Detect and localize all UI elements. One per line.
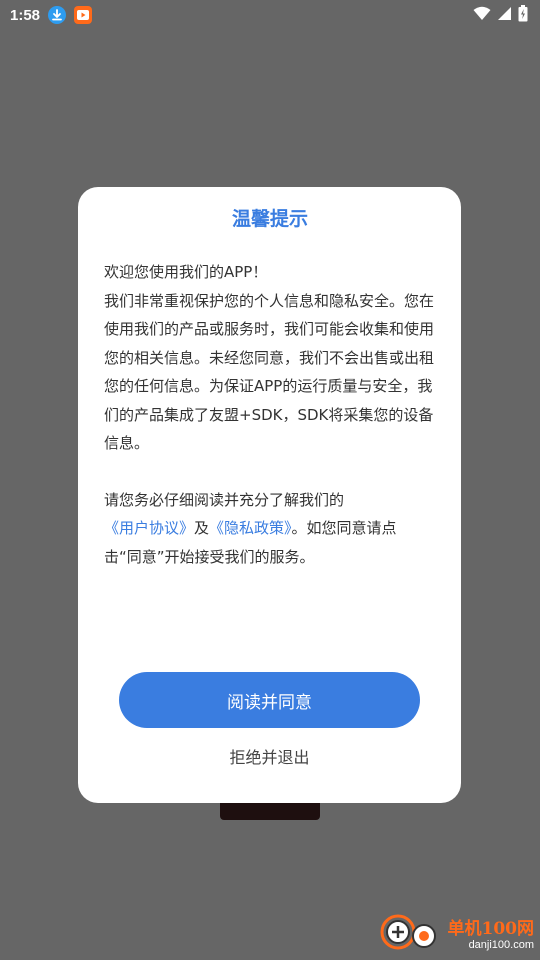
user-agreement-link[interactable]: 《用户协议》 — [104, 519, 194, 537]
status-left: 1:58 — [10, 6, 93, 24]
dialog-body: 欢迎您使用我们的APP！ 我们非常重视保护您的个人信息和隐私安全。您在使用我们的… — [104, 258, 434, 571]
wifi-icon — [473, 6, 491, 25]
watermark-text: 单机100网 danji100.com — [448, 914, 535, 951]
status-right — [473, 4, 528, 26]
dialog-title: 温馨提示 — [231, 208, 308, 230]
video-app-icon — [74, 6, 93, 24]
consent-paragraph: 请您务必仔细阅读并充分了解我们的《用户协议》及《隐私政策》。如您同意请点击“同意… — [104, 486, 434, 572]
agree-button[interactable]: 阅读并同意 — [119, 672, 420, 728]
status-time: 1:58 — [10, 6, 41, 24]
battery-charging-icon — [518, 4, 528, 26]
watermark-logo-icon — [378, 908, 442, 956]
consent-and: 及 — [194, 519, 210, 537]
watermark: 单机100网 danji100.com — [378, 908, 535, 956]
status-bar: 1:58 — [0, 0, 540, 30]
privacy-policy-link[interactable]: 《隐私政策》 — [209, 519, 292, 537]
watermark-brand: 单机100网 — [447, 918, 535, 939]
reject-button[interactable]: 拒绝并退出 — [119, 740, 420, 772]
watermark-url: danji100.com — [468, 938, 534, 951]
signal-icon — [497, 6, 512, 25]
consent-prefix: 请您务必仔细阅读并充分了解我们的 — [104, 490, 345, 509]
download-icon — [48, 6, 67, 24]
intro-paragraph: 欢迎您使用我们的APP！ 我们非常重视保护您的个人信息和隐私安全。您在使用我们的… — [104, 263, 435, 452]
